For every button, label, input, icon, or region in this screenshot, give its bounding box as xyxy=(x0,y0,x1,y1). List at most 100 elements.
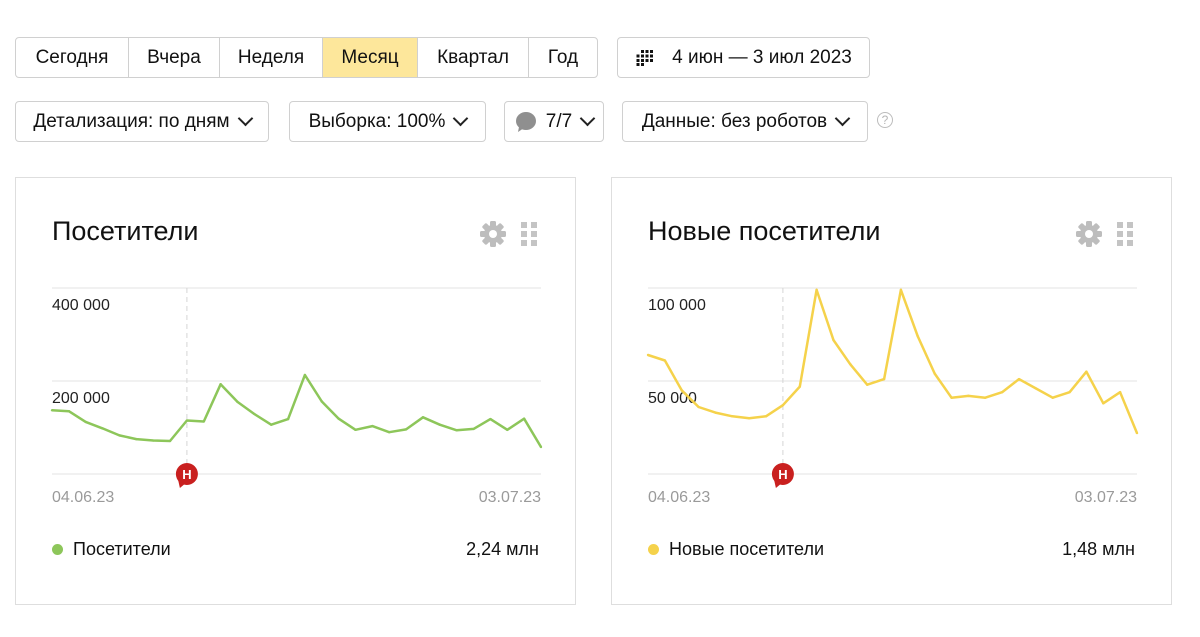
data-point xyxy=(303,373,307,377)
data-point xyxy=(882,377,886,381)
annotation-marker[interactable]: Н xyxy=(771,463,794,488)
data-point xyxy=(236,400,239,404)
data-point xyxy=(781,403,785,407)
data-point xyxy=(219,383,222,386)
widget-new-visitors: Новые посетители 100 000 50 000 Н 04.06.23 0… xyxy=(611,177,1172,605)
new-visitors-chart: 100 00050 000Н04.06.23 03.07.23 xyxy=(646,287,1139,506)
data-point xyxy=(916,335,919,338)
chevron-down-icon xyxy=(237,110,253,127)
data-point xyxy=(506,428,509,432)
data-point xyxy=(67,410,71,413)
legend-dot xyxy=(52,544,63,555)
data-point xyxy=(253,412,256,416)
x-end-label: 03.07.23 xyxy=(1075,489,1137,506)
data-point xyxy=(747,417,751,420)
data-point xyxy=(337,417,340,420)
data-point xyxy=(967,394,970,398)
data-point xyxy=(1102,402,1105,405)
data-point xyxy=(1000,390,1004,394)
data-point xyxy=(646,353,650,357)
y-tick-label: 200 000 xyxy=(52,390,110,407)
period-year-button[interactable]: Год xyxy=(528,38,597,77)
sample-dropdown[interactable]: Выборка: 100% xyxy=(289,101,486,142)
data-point xyxy=(489,417,492,421)
data-point xyxy=(151,439,155,442)
data-point xyxy=(455,429,458,432)
widget-visitors: Посетители 400 000 200 000 Н 04.06.23 03.07.… xyxy=(15,177,576,605)
data-point xyxy=(764,415,768,418)
data-point xyxy=(388,430,391,434)
data-filter-dropdown[interactable]: Данные: без роботов xyxy=(622,101,868,142)
y-tick-label: 100 000 xyxy=(648,297,706,314)
data-point xyxy=(1051,396,1054,399)
comment-icon xyxy=(515,111,536,132)
period-quarter-button[interactable]: Квартал xyxy=(417,38,528,77)
chart-legend: Новые посетители xyxy=(648,539,824,560)
data-point xyxy=(185,419,189,422)
legend-label: Новые посетители xyxy=(669,539,825,559)
legend-total: 1,48 млн xyxy=(1062,539,1135,559)
date-range-picker[interactable]: 4 июн — 3 июл 2023 xyxy=(617,37,870,78)
segments-dropdown[interactable]: 7/7 xyxy=(504,101,604,142)
x-start-label: 04.06.23 xyxy=(52,489,114,506)
annotation-marker[interactable]: Н xyxy=(175,463,198,488)
period-selector: Сегодня Вчера Неделя Месяц Квартал Год xyxy=(15,37,598,78)
period-week-button[interactable]: Неделя xyxy=(219,38,322,77)
data-point xyxy=(1135,431,1139,435)
data-point xyxy=(354,428,357,432)
data-point xyxy=(168,439,172,443)
legend-dot xyxy=(648,544,659,555)
data-point xyxy=(1068,390,1071,394)
y-tick-label: 400 000 xyxy=(52,297,110,314)
data-point xyxy=(1017,377,1021,381)
x-start-label: 04.06.23 xyxy=(648,489,710,506)
data-point xyxy=(539,445,543,449)
data-point xyxy=(101,427,104,430)
data-point xyxy=(731,415,734,418)
marker-label: Н xyxy=(778,467,787,482)
data-point xyxy=(933,372,936,375)
sample-dropdown-label: Выборка: 100% xyxy=(308,110,446,132)
detail-dropdown-label: Детализация: по дням xyxy=(33,110,230,132)
period-today-button[interactable]: Сегодня xyxy=(16,38,128,77)
data-point xyxy=(899,288,903,292)
data-point xyxy=(866,383,869,386)
data-point xyxy=(680,389,683,392)
help-icon[interactable]: ? xyxy=(877,112,893,128)
data-point xyxy=(1085,370,1088,373)
data-point xyxy=(371,424,374,428)
data-point xyxy=(320,400,323,403)
date-range-label: 4 июн — 3 июл 2023 xyxy=(672,46,852,68)
data-point xyxy=(472,427,475,431)
chevron-down-icon xyxy=(579,110,596,127)
chevron-down-icon xyxy=(453,110,469,127)
x-end-label: 03.07.23 xyxy=(479,489,541,506)
data-point xyxy=(522,417,526,420)
data-point xyxy=(421,416,425,419)
data-point xyxy=(984,396,987,399)
period-month-button[interactable]: Месяц xyxy=(322,38,417,77)
segments-dropdown-label: 7/7 xyxy=(545,110,573,132)
data-filter-label: Данные: без роботов xyxy=(641,110,828,132)
data-point xyxy=(798,385,801,388)
data-point xyxy=(270,423,273,426)
detail-dropdown[interactable]: Детализация: по дням xyxy=(15,101,269,142)
calendar-icon xyxy=(636,49,654,66)
data-point xyxy=(84,420,87,424)
marker-label: Н xyxy=(182,467,191,482)
data-point xyxy=(663,359,667,362)
visitors-chart: 400 000 200 000 Н 04.06.23 03.07.23 xyxy=(50,287,543,506)
data-point xyxy=(286,417,290,421)
data-point xyxy=(438,423,442,426)
data-point xyxy=(202,420,205,423)
data-point xyxy=(50,409,54,412)
legend-total: 2,24 млн xyxy=(466,539,539,559)
legend-label: Посетители xyxy=(73,539,171,559)
chevron-down-icon xyxy=(834,110,851,127)
data-point xyxy=(950,396,953,399)
data-point xyxy=(1118,390,1122,394)
period-yesterday-button[interactable]: Вчера xyxy=(128,38,219,77)
data-point xyxy=(832,338,835,342)
chart-legend: Посетители xyxy=(52,539,171,560)
data-point xyxy=(714,411,717,414)
